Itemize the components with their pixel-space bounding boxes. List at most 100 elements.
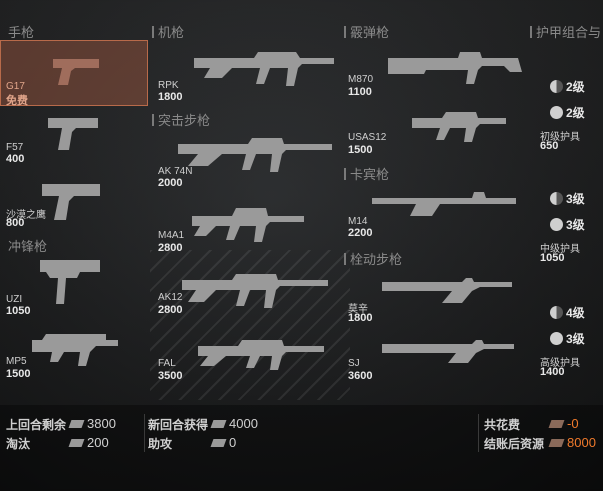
weapon-price: 2800: [158, 304, 183, 316]
ak74n-icon: [178, 138, 332, 172]
new-round-label: 新回合获得: [148, 418, 209, 432]
weapon-name: FAL: [158, 358, 176, 369]
weapon-price: 1500: [6, 368, 31, 380]
f57-icon: [48, 118, 98, 150]
footer-divider: [478, 414, 479, 452]
weapon-price: 2000: [158, 177, 183, 189]
mp5-icon: [32, 334, 118, 366]
money-icon: [210, 419, 227, 428]
m14-icon: [372, 192, 516, 216]
weapon-mosin[interactable]: 莫辛 1800: [346, 276, 522, 326]
weapon-price: 1050: [6, 305, 31, 317]
armor-head-level: 4级: [550, 304, 585, 321]
vest-icon: [550, 106, 563, 119]
weapon-name: M870: [348, 74, 374, 85]
after-label: 结账后资源: [484, 437, 545, 451]
header-smg: 冲锋枪: [8, 239, 48, 254]
weapon-name: M14: [348, 216, 368, 227]
mosin-icon: [382, 278, 512, 303]
armor-head-level: 2级: [550, 78, 585, 95]
weapon-price: 免费: [6, 95, 28, 107]
after-value: 8000: [548, 435, 596, 450]
weapon-m870[interactable]: M870 1100: [346, 48, 522, 100]
elim-value: 200: [68, 435, 109, 450]
weapon-name: F57: [6, 142, 24, 153]
weapon-price: 2200: [348, 227, 373, 239]
weapon-m4a1[interactable]: M4A1 2800: [156, 200, 336, 260]
helmet-icon: [550, 192, 563, 205]
fal-icon: [198, 340, 324, 370]
sj-icon: [382, 340, 514, 363]
weapon-price: 1800: [348, 312, 373, 324]
weapon-name: AK 74N: [158, 166, 193, 177]
weapon-ak74n[interactable]: AK 74N 2000: [156, 130, 336, 190]
g17-icon: [53, 59, 99, 85]
header-pistol: 手枪: [8, 25, 35, 40]
weapon-name: MP5: [6, 356, 27, 367]
armor-body-level: 3级: [550, 330, 585, 347]
rpk-icon: [194, 52, 334, 86]
weapon-price: 1100: [348, 86, 372, 98]
money-icon: [548, 438, 565, 447]
usas12-icon: [412, 112, 506, 142]
weapon-deagle[interactable]: 沙漠之鹰 800: [0, 176, 146, 232]
weapon-name: M4A1: [158, 230, 185, 241]
weapon-name: G17: [6, 81, 25, 92]
weapon-price: 400: [6, 153, 25, 165]
elim-label: 淘汰: [6, 437, 31, 451]
money-icon: [548, 419, 565, 428]
vest-icon: [550, 332, 563, 345]
weapon-uzi[interactable]: UZI 1050: [0, 254, 146, 324]
weapon-price: 3500: [158, 370, 183, 382]
new-round-value: 4000: [210, 416, 258, 431]
money-icon: [210, 438, 227, 447]
last-round-value: 3800: [68, 416, 116, 431]
spent-label: 共花费: [484, 418, 521, 432]
weapon-price: 2800: [158, 242, 183, 254]
armor-basic[interactable]: 2级 2级 初级护具 650: [536, 74, 603, 156]
weapon-price: 3600: [348, 370, 373, 382]
header-armor: 护甲组合与: [530, 22, 601, 41]
ak12-icon: [182, 274, 328, 308]
last-round-label: 上回合剩余: [6, 418, 67, 432]
deagle-icon: [42, 184, 100, 220]
weapon-sj[interactable]: SJ 3600: [346, 334, 522, 384]
weapon-price: 1500: [348, 144, 373, 156]
weapon-price: 1800: [158, 91, 183, 103]
vest-icon: [550, 218, 563, 231]
helmet-icon: [550, 80, 563, 93]
armor-body-level: 3级: [550, 216, 585, 233]
weapon-name: UZI: [6, 294, 23, 305]
assist-value: 0: [210, 435, 236, 450]
header-carbine: 卡宾枪: [344, 164, 389, 183]
assist-label: 助攻: [148, 437, 173, 451]
footer-divider: [144, 414, 145, 452]
m4a1-icon: [192, 208, 304, 242]
weapon-fal[interactable]: FAL 3500: [156, 332, 336, 388]
armor-high[interactable]: 4级 3级 高级护具 1400: [536, 302, 603, 384]
header-shotgun: 霰弹枪: [344, 22, 389, 41]
weapon-g17[interactable]: G17 免费: [0, 40, 148, 107]
armor-mid[interactable]: 3级 3级 中级护具 1050: [536, 188, 603, 270]
header-bolt: 栓动步枪: [344, 249, 402, 268]
helmet-icon: [550, 306, 563, 319]
spent-value: -0: [548, 416, 579, 431]
weapon-name: USAS12: [348, 132, 387, 143]
weapon-name: SJ: [348, 358, 360, 369]
m870-icon: [388, 52, 522, 84]
weapon-price: 800: [6, 217, 25, 229]
armor-price: 1050: [540, 252, 565, 264]
armor-price: 1400: [540, 366, 565, 378]
weapon-f57[interactable]: F57 400: [0, 108, 146, 165]
header-mg: 机枪: [152, 22, 184, 41]
armor-body-level: 2级: [550, 104, 585, 121]
weapon-name: RPK: [158, 80, 179, 91]
money-icon: [68, 438, 85, 447]
weapon-ak12[interactable]: AK12 2800: [156, 264, 336, 324]
uzi-icon: [40, 260, 100, 304]
weapon-usas12[interactable]: USAS12 1500: [346, 110, 522, 160]
armor-price: 650: [540, 140, 559, 152]
weapon-rpk[interactable]: RPK 1800: [156, 46, 336, 106]
weapon-m14[interactable]: M14 2200: [346, 186, 522, 240]
weapon-mp5[interactable]: MP5 1500: [0, 330, 146, 386]
